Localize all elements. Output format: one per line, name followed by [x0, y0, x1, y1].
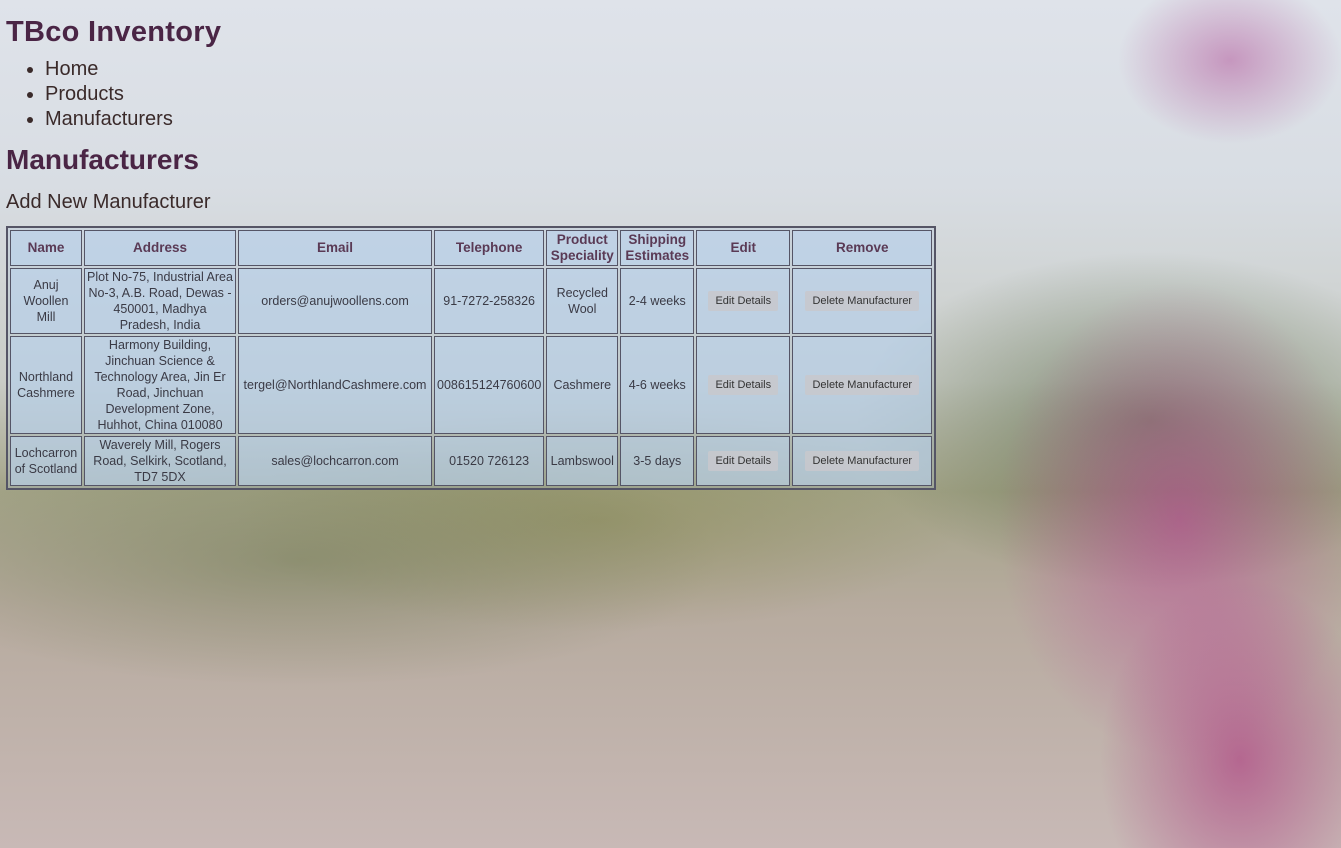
header-edit: Edit	[696, 230, 791, 266]
manufacturers-table: Name Address Email Telephone Product Spe…	[6, 226, 937, 490]
header-email: Email	[238, 230, 432, 266]
cell-shipping: 2-4 weeks	[620, 268, 695, 334]
cell-email: orders@anujwoollens.com	[238, 268, 432, 334]
main-content: TBco Inventory Home Products Manufacture…	[6, 0, 946, 490]
header-shipping: Shipping Estimates	[620, 230, 695, 266]
nav-link-manufacturers[interactable]: Manufacturers	[45, 108, 173, 130]
cell-speciality: Cashmere	[546, 336, 619, 434]
delete-manufacturer-button[interactable]: Delete Manufacturer	[805, 291, 920, 311]
cell-address: Harmony Building, Jinchuan Science & Tec…	[84, 336, 236, 434]
header-remove: Remove	[792, 230, 933, 266]
cell-email: sales@lochcarron.com	[238, 436, 432, 486]
cell-speciality: Recycled Wool	[546, 268, 619, 334]
site-title: TBco Inventory	[6, 16, 222, 48]
nav-link-products[interactable]: Products	[45, 83, 124, 105]
cell-telephone: 01520 726123	[434, 436, 545, 486]
cell-shipping: 4-6 weeks	[620, 336, 695, 434]
edit-details-button[interactable]: Edit Details	[708, 291, 779, 311]
delete-manufacturer-button[interactable]: Delete Manufacturer	[805, 375, 920, 395]
nav-item-products: Products	[45, 82, 946, 107]
cell-edit: Edit Details	[696, 268, 791, 334]
header-address: Address	[84, 230, 236, 266]
nav-item-home: Home	[45, 57, 946, 82]
cell-remove: Delete Manufacturer	[792, 268, 933, 334]
header-name: Name	[10, 230, 82, 266]
cell-remove: Delete Manufacturer	[792, 436, 933, 486]
add-manufacturer-link[interactable]: Add New Manufacturer	[6, 191, 211, 214]
header-telephone: Telephone	[434, 230, 545, 266]
edit-details-button[interactable]: Edit Details	[708, 451, 779, 471]
table-row: Northland Cashmere Harmony Building, Jin…	[10, 336, 933, 434]
page: { "site_title": "TBco Inventory", "nav":…	[0, 0, 1341, 848]
table-row: Lochcarron of Scotland Waverely Mill, Ro…	[10, 436, 933, 486]
cell-name: Lochcarron of Scotland	[10, 436, 82, 486]
cell-remove: Delete Manufacturer	[792, 336, 933, 434]
cell-email: tergel@NorthlandCashmere.com	[238, 336, 432, 434]
header-speciality: Product Speciality	[546, 230, 619, 266]
nav-item-manufacturers: Manufacturers	[45, 107, 946, 132]
table-header-row: Name Address Email Telephone Product Spe…	[10, 230, 933, 266]
cell-name: Anuj Woollen Mill	[10, 268, 82, 334]
nav-list: Home Products Manufacturers	[6, 57, 946, 132]
cell-edit: Edit Details	[696, 336, 791, 434]
table-row: Anuj Woollen Mill Plot No-75, Industrial…	[10, 268, 933, 334]
cell-edit: Edit Details	[696, 436, 791, 486]
cell-address: Waverely Mill, Rogers Road, Selkirk, Sco…	[84, 436, 236, 486]
cell-address: Plot No-75, Industrial Area No-3, A.B. R…	[84, 268, 236, 334]
cell-telephone: 008615124760600	[434, 336, 545, 434]
cell-telephone: 91-7272-258326	[434, 268, 545, 334]
cell-name: Northland Cashmere	[10, 336, 82, 434]
delete-manufacturer-button[interactable]: Delete Manufacturer	[805, 451, 920, 471]
cell-shipping: 3-5 days	[620, 436, 695, 486]
edit-details-button[interactable]: Edit Details	[708, 375, 779, 395]
cell-speciality: Lambswool	[546, 436, 619, 486]
nav-link-home[interactable]: Home	[45, 58, 98, 80]
page-title: Manufacturers	[6, 144, 199, 175]
